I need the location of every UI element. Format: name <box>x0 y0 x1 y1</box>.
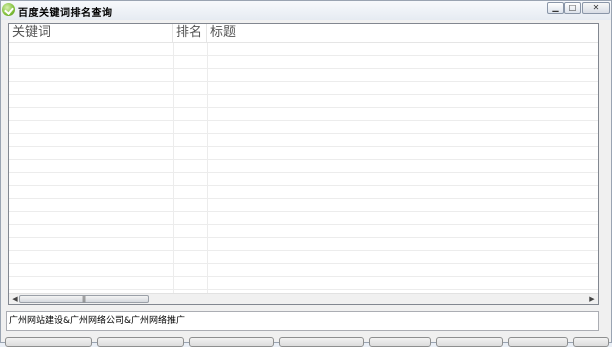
scrollbar-grip-icon: ||| <box>82 296 86 303</box>
results-listview[interactable]: 关键词 排名 标题 ◀ ||| ▶ <box>8 23 599 305</box>
action-button-7[interactable] <box>508 337 568 347</box>
scrollbar-thumb[interactable]: ||| <box>19 295 149 303</box>
maximize-button[interactable]: □ <box>564 2 581 14</box>
window-title: 百度关键词排名查询 <box>18 8 113 19</box>
horizontal-scrollbar[interactable]: ◀ ||| ▶ <box>9 293 598 304</box>
app-window: 百度关键词排名查询 ▁ □ ✕ 关键词 排名 标题 ◀ ||| ▶ 广州网站建设… <box>0 0 612 347</box>
close-button[interactable]: ✕ <box>582 2 610 14</box>
action-button-6[interactable] <box>436 337 503 347</box>
column-divider <box>207 43 208 293</box>
app-check-icon <box>2 3 15 16</box>
keywords-input[interactable]: 广州网站建设&广州网络公司&广州网络推广 <box>6 311 599 331</box>
column-header-keyword[interactable]: 关键词 <box>9 24 173 42</box>
action-button-row <box>1 337 612 347</box>
minimize-button[interactable]: ▁ <box>547 2 564 14</box>
action-button-8[interactable] <box>573 337 609 347</box>
listview-header: 关键词 排名 标题 <box>9 24 598 43</box>
listview-body[interactable] <box>9 43 598 293</box>
action-button-5[interactable] <box>369 337 431 347</box>
action-button-4[interactable] <box>279 337 364 347</box>
scroll-right-arrow-icon[interactable]: ▶ <box>587 295 597 304</box>
column-header-title[interactable]: 标题 <box>207 24 597 42</box>
column-divider <box>173 43 174 293</box>
action-button-2[interactable] <box>97 337 184 347</box>
column-header-rank[interactable]: 排名 <box>173 24 207 42</box>
action-button-3[interactable] <box>189 337 274 347</box>
title-bar[interactable]: 百度关键词排名查询 ▁ □ ✕ <box>1 1 611 20</box>
action-button-1[interactable] <box>5 337 92 347</box>
